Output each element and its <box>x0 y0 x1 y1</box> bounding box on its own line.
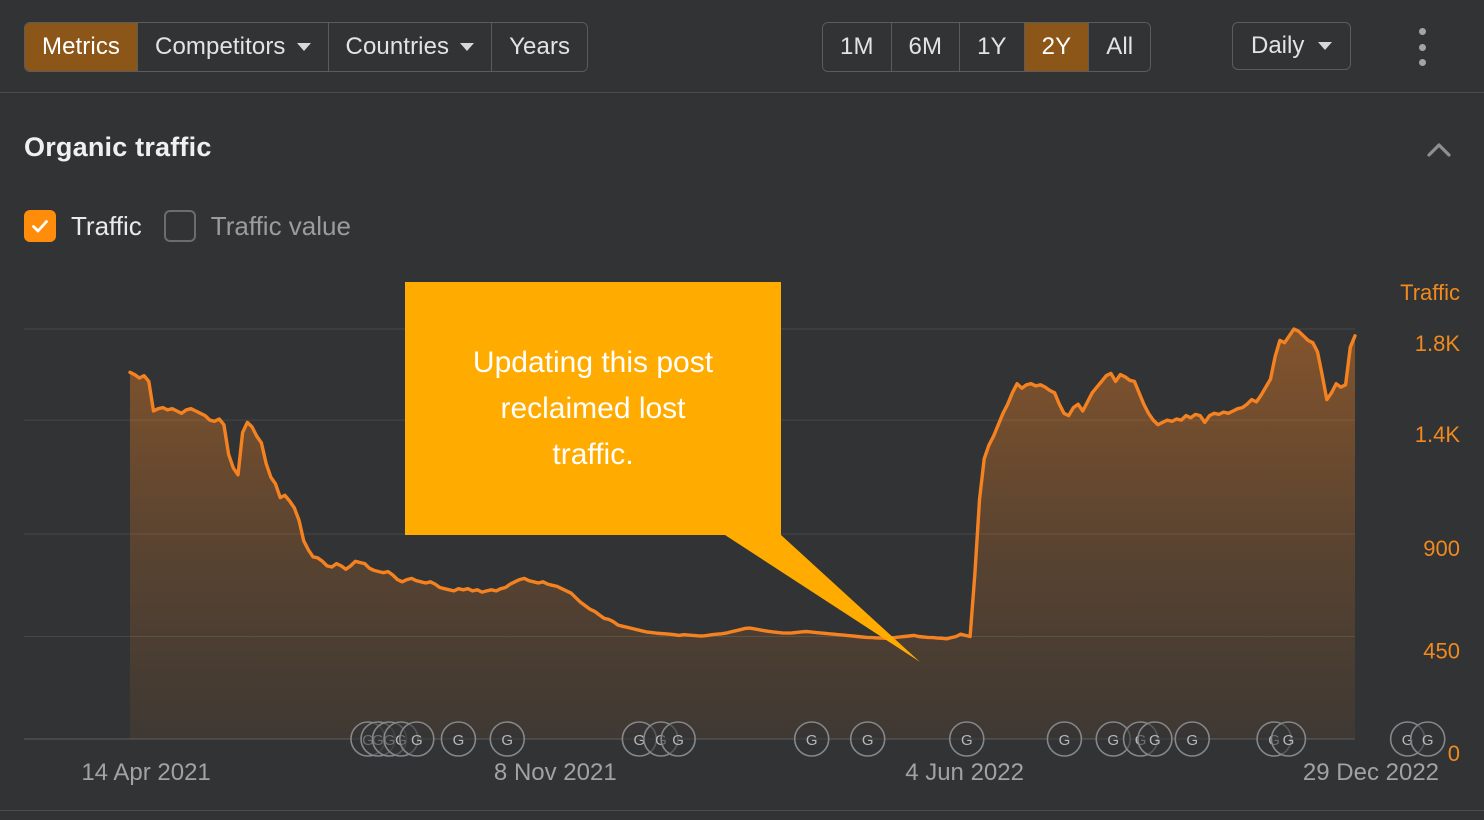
google-update-label: G <box>453 732 465 749</box>
range-1y[interactable]: 1Y <box>960 23 1025 71</box>
check-icon <box>32 220 48 233</box>
tab-years-label: Years <box>509 33 571 60</box>
google-update-label: G <box>1149 732 1161 749</box>
google-update-label: G <box>1283 732 1295 749</box>
section-divider <box>0 810 1484 811</box>
google-update-marker[interactable]: G <box>1174 721 1211 757</box>
y-tick-label: 900 <box>1423 536 1460 561</box>
x-tick-label: 14 Apr 2021 <box>81 759 210 786</box>
series-legend: Traffic Traffic value <box>24 210 351 242</box>
callout-text-line: reclaimed lost <box>500 392 686 425</box>
kebab-dot <box>1418 59 1426 66</box>
legend-item-traffic-value[interactable]: Traffic value <box>163 210 351 242</box>
top-toolbar: Metrics Competitors Countries Years 1M 6… <box>0 0 1484 93</box>
page-title: Organic traffic <box>24 132 212 162</box>
range-2y[interactable]: 2Y <box>1024 23 1090 71</box>
google-update-marker[interactable]: G <box>1409 721 1446 757</box>
kebab-dot <box>1418 43 1426 51</box>
metrics-segmented-control: Metrics Competitors Countries Years <box>24 22 589 72</box>
callout-text-line: traffic. <box>552 438 633 471</box>
legend-item-traffic-label: Traffic <box>71 210 142 241</box>
chevron-down-icon <box>296 43 311 51</box>
tab-countries-label: Countries <box>345 33 450 60</box>
tab-metrics[interactable]: Metrics <box>25 23 139 71</box>
google-update-marker[interactable]: G <box>948 721 985 757</box>
granularity-value: Daily <box>1251 32 1305 59</box>
x-tick-label: 8 Nov 2021 <box>494 759 617 786</box>
google-update-label: G <box>806 732 818 749</box>
google-update-marker[interactable]: G <box>849 721 886 757</box>
tab-competitors-label: Competitors <box>155 33 286 60</box>
traffic-area-chart-svg[interactable]: 1.8K 1.4K 900 450 0 Traffic 14 Apr 2021 8 Nov … <box>0 270 1484 810</box>
google-update-marker[interactable]: G <box>1270 721 1307 757</box>
organic-traffic-chart: 1.8K 1.4K 900 450 0 Traffic 14 Apr 2021 8 Nov … <box>0 270 1484 810</box>
kebab-dot <box>1418 28 1426 35</box>
traffic-checkbox[interactable] <box>24 210 56 242</box>
chart-y-axis-labels: 1.8K 1.4K 900 450 0 Traffic <box>1400 280 1460 766</box>
tab-metrics-label: Metrics <box>42 33 121 60</box>
range-1m-label: 1M <box>840 33 874 60</box>
google-update-marker[interactable]: G <box>793 721 830 757</box>
chevron-up-icon <box>1427 143 1451 157</box>
tab-countries[interactable]: Countries <box>328 23 493 71</box>
y-tick-label: 0 <box>1448 741 1460 766</box>
google-update-label: G <box>411 732 423 749</box>
range-all-label: All <box>1106 33 1134 60</box>
tab-years[interactable]: Years <box>492 23 588 71</box>
y-tick-label: 450 <box>1423 639 1460 664</box>
google-update-label: G <box>1186 732 1198 749</box>
range-2y-label: 2Y <box>1041 33 1072 60</box>
google-update-marker[interactable]: G <box>440 721 477 757</box>
range-all[interactable]: All <box>1089 23 1151 71</box>
google-update-marker[interactable]: G <box>1046 721 1083 757</box>
collapse-section-button[interactable] <box>1422 134 1456 168</box>
range-6m[interactable]: 6M <box>891 23 961 71</box>
legend-item-traffic[interactable]: Traffic <box>24 210 142 242</box>
google-update-marker[interactable]: G <box>660 721 696 757</box>
google-update-label: G <box>501 732 513 749</box>
range-1y-label: 1Y <box>977 33 1007 60</box>
google-update-label: G <box>1107 732 1119 749</box>
y-axis-title: Traffic <box>1400 280 1460 305</box>
google-update-label: G <box>672 732 684 749</box>
chart-x-axis-labels: 14 Apr 2021 8 Nov 2021 4 Jun 2022 29 Dec 20… <box>81 759 1439 786</box>
y-tick-label: 1.4K <box>1415 422 1461 447</box>
traffic-value-checkbox[interactable] <box>163 210 196 242</box>
google-update-marker[interactable]: G <box>398 721 435 757</box>
date-range-segmented-control: 1M 6M 1Y 2Y All <box>822 22 1152 72</box>
google-update-label: G <box>1422 732 1434 749</box>
range-6m-label: 6M <box>908 33 943 60</box>
y-tick-label: 1.8K <box>1415 331 1461 356</box>
granularity-dropdown[interactable]: Daily <box>1232 22 1352 70</box>
legend-item-traffic-value-label: Traffic value <box>210 210 351 241</box>
more-options-button[interactable] <box>1410 28 1434 66</box>
range-1m[interactable]: 1M <box>823 23 892 71</box>
x-tick-label: 29 Dec 2022 <box>1303 759 1439 786</box>
google-update-marker[interactable]: G <box>1137 721 1173 757</box>
tab-competitors[interactable]: Competitors <box>138 23 329 71</box>
google-update-label: G <box>961 732 973 749</box>
chevron-down-icon <box>1318 42 1333 50</box>
google-update-marker[interactable]: G <box>489 721 526 757</box>
x-tick-label: 4 Jun 2022 <box>905 759 1024 786</box>
google-update-label: G <box>862 732 874 749</box>
callout-text-line: Updating this post <box>473 346 714 379</box>
chevron-down-icon <box>460 43 475 51</box>
google-update-label: G <box>1059 732 1071 749</box>
